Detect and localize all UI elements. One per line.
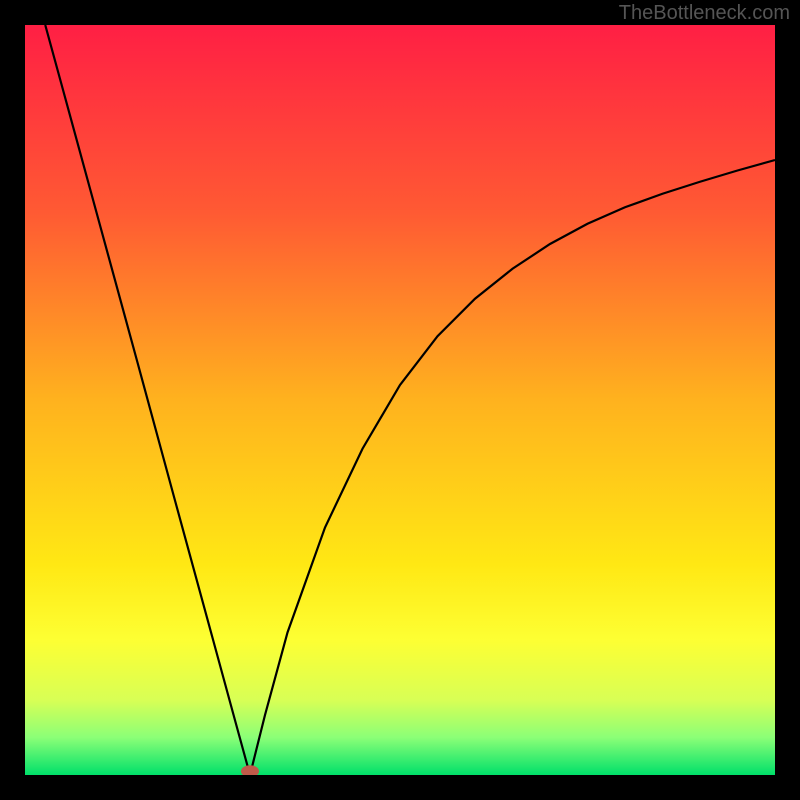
- bottleneck-chart: [25, 25, 775, 775]
- chart-container: TheBottleneck.com: [0, 0, 800, 800]
- watermark-text: TheBottleneck.com: [619, 2, 790, 25]
- gradient-background: [25, 25, 775, 775]
